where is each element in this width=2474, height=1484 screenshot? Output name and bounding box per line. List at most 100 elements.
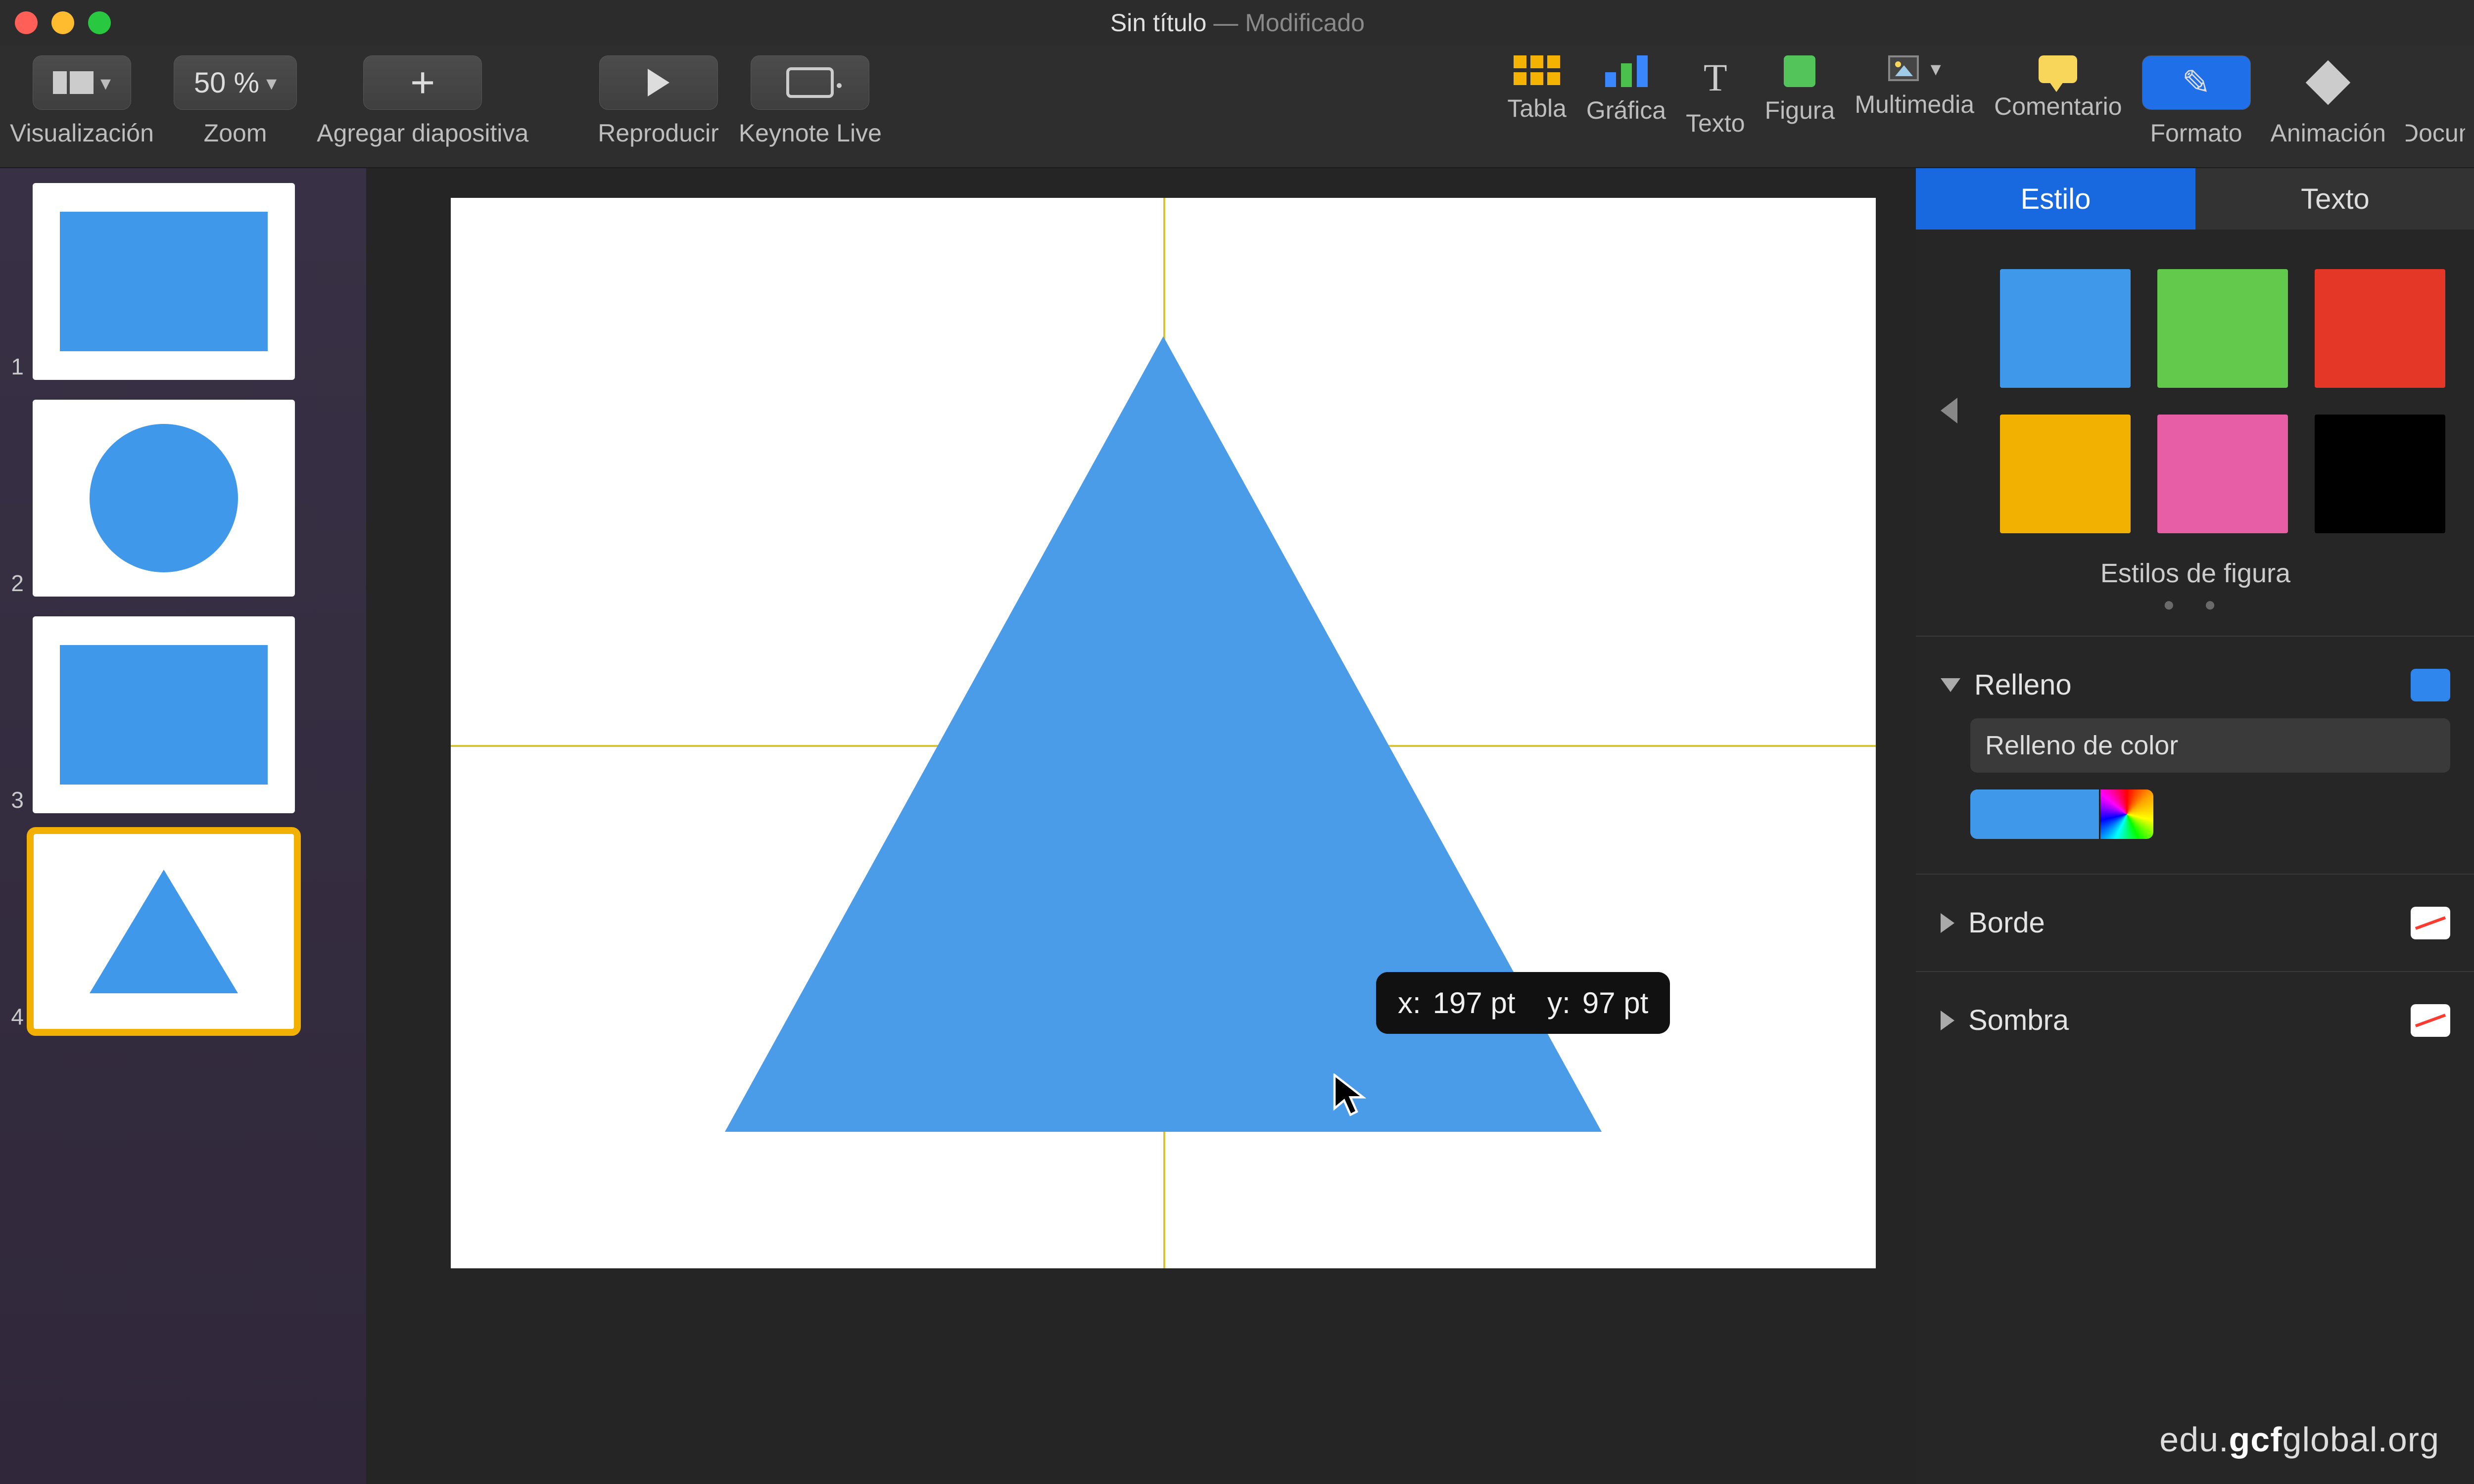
document-state-sep: — bbox=[1206, 9, 1245, 37]
play-button[interactable]: Reproducir bbox=[598, 55, 719, 147]
border-section-header[interactable]: Borde bbox=[1916, 894, 2474, 951]
shape-icon bbox=[1784, 55, 1815, 87]
keynote-live-label: Keynote Live bbox=[739, 119, 882, 147]
canvas-area[interactable]: x: 197 pt y: 97 pt bbox=[366, 168, 1916, 1484]
watermark-post: global.org bbox=[2283, 1420, 2439, 1459]
format-icon: ✎ bbox=[2182, 62, 2211, 103]
text-button[interactable]: T Texto bbox=[1686, 55, 1745, 138]
color-picker-button[interactable] bbox=[2099, 789, 2153, 839]
style-swatch-pink[interactable] bbox=[2157, 415, 2288, 533]
shape-styles-title: Estilos de figura bbox=[1916, 558, 2474, 589]
tab-style[interactable]: Estilo bbox=[1916, 168, 2195, 230]
chart-button[interactable]: Gráfica bbox=[1586, 55, 1666, 125]
rect-shape-icon bbox=[60, 645, 268, 785]
slide-canvas[interactable]: x: 197 pt y: 97 pt bbox=[451, 198, 1876, 1268]
style-swatch-blue[interactable] bbox=[2000, 269, 2131, 388]
table-icon bbox=[1514, 55, 1560, 85]
fill-label: Relleno bbox=[1974, 668, 2072, 701]
slide-thumb-1[interactable]: 1 bbox=[6, 183, 354, 380]
traffic-lights bbox=[15, 11, 111, 34]
zoom-menu[interactable]: 50 % ▾ Zoom bbox=[174, 55, 297, 147]
animate-icon bbox=[2306, 60, 2351, 105]
view-icon bbox=[53, 71, 94, 94]
text-icon: T bbox=[1704, 55, 1727, 100]
text-label: Texto bbox=[1686, 109, 1745, 138]
play-label: Reproducir bbox=[598, 119, 719, 147]
border-label: Borde bbox=[1968, 906, 2045, 939]
toolbar: ▾ Visualización 50 % ▾ Zoom + Agregar dia… bbox=[0, 46, 2474, 168]
thumbnail[interactable] bbox=[33, 616, 295, 813]
view-menu[interactable]: ▾ Visualización bbox=[10, 55, 154, 147]
slide-number: 1 bbox=[6, 353, 24, 380]
circle-shape-icon bbox=[90, 424, 238, 572]
document-name: Sin título bbox=[1110, 9, 1207, 37]
document-button[interactable]: Document bbox=[2406, 55, 2465, 147]
zoom-value: 50 % bbox=[194, 66, 259, 99]
comment-icon bbox=[2039, 55, 2077, 83]
slide-number: 4 bbox=[6, 1003, 24, 1030]
fill-color-well[interactable] bbox=[1970, 789, 2099, 839]
play-icon bbox=[648, 69, 669, 96]
style-swatch-yellow[interactable] bbox=[2000, 415, 2131, 533]
fill-section-body: Relleno de color bbox=[1916, 713, 2474, 854]
window-title: Sin título — Modificado bbox=[1110, 8, 1365, 37]
window-titlebar: Sin título — Modificado bbox=[0, 0, 2474, 46]
chart-label: Gráfica bbox=[1586, 96, 1666, 125]
slide-thumb-4[interactable]: 4 bbox=[6, 833, 354, 1030]
thumbnail[interactable] bbox=[33, 400, 295, 597]
keynote-live-button[interactable]: Keynote Live bbox=[739, 55, 882, 147]
chevron-down-icon: ▾ bbox=[266, 71, 277, 95]
media-menu[interactable]: ▾ Multimedia bbox=[1855, 55, 1974, 119]
style-swatch-red[interactable] bbox=[2315, 269, 2445, 388]
close-window-button[interactable] bbox=[15, 11, 38, 34]
animate-button[interactable]: Animación bbox=[2271, 55, 2386, 147]
styles-pager-dots[interactable]: ● ● bbox=[1916, 594, 2474, 616]
shape-style-swatches bbox=[1916, 244, 2474, 538]
keynote-live-icon bbox=[786, 67, 834, 98]
zoom-window-button[interactable] bbox=[88, 11, 111, 34]
border-preview-chip bbox=[2411, 907, 2450, 939]
slide-thumb-3[interactable]: 3 bbox=[6, 616, 354, 813]
document-state: Modificado bbox=[1245, 9, 1365, 37]
disclosure-closed-icon bbox=[1941, 913, 1954, 933]
tab-text[interactable]: Texto bbox=[2195, 168, 2474, 230]
watermark-pre: edu. bbox=[2159, 1420, 2229, 1459]
media-label: Multimedia bbox=[1855, 90, 1974, 119]
rect-shape-icon bbox=[60, 212, 268, 351]
disclosure-closed-icon bbox=[1941, 1011, 1954, 1030]
media-icon bbox=[1888, 55, 1919, 81]
tooltip-x-value: 197 pt bbox=[1433, 986, 1516, 1020]
chevron-down-icon: ▾ bbox=[100, 71, 111, 95]
table-button[interactable]: Tabla bbox=[1507, 55, 1567, 123]
document-label: Document bbox=[2406, 119, 2465, 147]
fill-type-select[interactable]: Relleno de color bbox=[1970, 718, 2450, 773]
tooltip-y-label: y: bbox=[1547, 986, 1570, 1020]
view-label: Visualización bbox=[10, 119, 154, 147]
shape-button[interactable]: Figura bbox=[1765, 55, 1835, 125]
minimize-window-button[interactable] bbox=[51, 11, 74, 34]
zoom-label: Zoom bbox=[204, 119, 267, 147]
shadow-preview-chip bbox=[2411, 1004, 2450, 1037]
slide-thumb-2[interactable]: 2 bbox=[6, 400, 354, 597]
comment-button[interactable]: Comentario bbox=[1994, 55, 2122, 121]
inspector-panel: Estilo Texto Estilos de figura ● ● bbox=[1916, 168, 2474, 1484]
tooltip-y-value: 97 pt bbox=[1582, 986, 1648, 1020]
slide-number: 2 bbox=[6, 570, 24, 597]
thumbnail[interactable] bbox=[33, 183, 295, 380]
watermark: edu.gcfglobal.org bbox=[2159, 1420, 2439, 1459]
inspector-tabs: Estilo Texto bbox=[1916, 168, 2474, 230]
plus-icon: + bbox=[410, 61, 435, 104]
main-area: 1 2 3 4 x: 197 pt y: 97 pt bbox=[0, 168, 2474, 1484]
add-slide-button[interactable]: + Agregar diapositiva bbox=[317, 55, 528, 147]
add-slide-label: Agregar diapositiva bbox=[317, 119, 528, 147]
slide-navigator[interactable]: 1 2 3 4 bbox=[0, 168, 366, 1484]
fill-section-header[interactable]: Relleno bbox=[1916, 656, 2474, 713]
style-swatch-black[interactable] bbox=[2315, 415, 2445, 533]
thumbnail-selected[interactable] bbox=[33, 833, 295, 1030]
style-swatch-green[interactable] bbox=[2157, 269, 2288, 388]
format-button[interactable]: ✎ Formato bbox=[2142, 55, 2251, 147]
watermark-mid: gcf bbox=[2229, 1420, 2283, 1459]
shadow-section-header[interactable]: Sombra bbox=[1916, 992, 2474, 1049]
position-tooltip: x: 197 pt y: 97 pt bbox=[1376, 972, 1670, 1034]
slide-number: 3 bbox=[6, 787, 24, 813]
